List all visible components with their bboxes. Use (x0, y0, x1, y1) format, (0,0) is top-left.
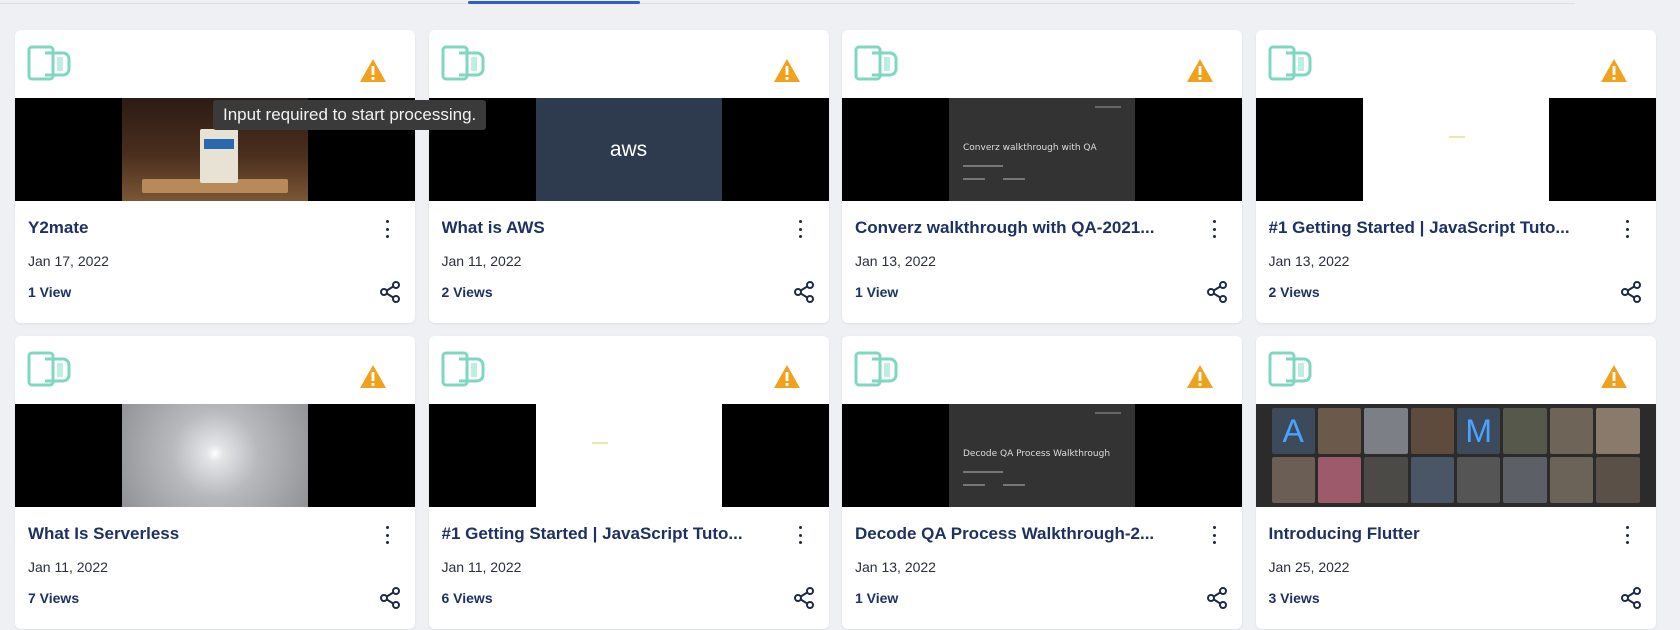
video-card[interactable]: #1 Getting Started | JavaScript Tuto... … (1255, 30, 1656, 323)
video-date: Jan 11, 2022 (441, 253, 522, 269)
kebab-menu-icon[interactable] (795, 524, 807, 546)
video-title[interactable]: Y2mate (28, 218, 358, 238)
video-thumbnail[interactable] (1255, 98, 1656, 201)
kebab-menu-icon[interactable] (381, 524, 393, 546)
processing-tooltip: Input required to start processing. (213, 100, 487, 130)
view-count: 2 Views (1268, 284, 1320, 300)
view-count: 3 Views (1268, 590, 1320, 606)
video-date: Jan 25, 2022 (1268, 559, 1350, 575)
video-title[interactable]: #1 Getting Started | JavaScript Tuto... (442, 524, 772, 544)
kebab-menu-icon[interactable] (1208, 524, 1220, 546)
video-logo-icon (854, 45, 898, 81)
card-header (15, 30, 415, 98)
video-title[interactable]: Converz walkthrough with QA-2021... (855, 218, 1185, 238)
view-count: 7 Views (28, 590, 80, 606)
video-logo-icon (27, 351, 71, 387)
video-logo-icon (1268, 45, 1311, 81)
video-title[interactable]: What Is Serverless (28, 524, 358, 544)
share-icon[interactable] (379, 587, 401, 609)
view-count: 1 View (28, 284, 72, 300)
video-card[interactable]: A M Introducing Flutter Jan 25, 2022 3 V… (1255, 336, 1656, 629)
warning-icon[interactable] (359, 364, 387, 389)
warning-icon[interactable] (1186, 58, 1214, 83)
video-logo-icon (441, 45, 484, 81)
share-icon[interactable] (1206, 587, 1228, 609)
card-header (1256, 30, 1656, 98)
video-title[interactable]: Decode QA Process Walkthrough-2... (855, 524, 1185, 544)
video-thumbnail[interactable]: A M (1255, 404, 1656, 507)
kebab-menu-icon[interactable] (1208, 218, 1220, 240)
card-header (1256, 336, 1656, 404)
video-logo-icon (1268, 351, 1311, 387)
video-thumbnail[interactable]: aws (428, 98, 829, 201)
card-header (429, 336, 829, 404)
card-header (842, 30, 1242, 98)
thumbnail-text: Converz walkthrough with QA (963, 143, 1097, 153)
video-card[interactable]: #1 Getting Started | JavaScript Tuto... … (428, 336, 829, 629)
warning-icon[interactable] (773, 364, 801, 389)
video-date: Jan 13, 2022 (1268, 253, 1350, 269)
video-thumbnail[interactable] (428, 404, 829, 507)
video-title[interactable]: #1 Getting Started | JavaScript Tuto... (1269, 218, 1599, 238)
video-card[interactable]: aws What is AWS Jan 11, 2022 2 Views (428, 30, 829, 323)
video-date: Jan 17, 2022 (28, 253, 109, 269)
warning-icon[interactable] (1600, 58, 1628, 83)
share-icon[interactable] (379, 281, 401, 303)
share-icon[interactable] (1206, 281, 1228, 303)
kebab-menu-icon[interactable] (381, 218, 393, 240)
video-thumbnail[interactable]: Decode QA Process Walkthrough (842, 404, 1242, 507)
active-tab-indicator (468, 1, 640, 4)
card-header (429, 30, 829, 98)
video-logo-icon (854, 351, 898, 387)
video-logo-icon (27, 45, 71, 81)
tab-bar (0, 0, 1575, 4)
kebab-menu-icon[interactable] (795, 218, 807, 240)
view-count: 1 View (855, 590, 899, 606)
thumbnail-text: aws (535, 98, 722, 201)
video-card[interactable]: Converz walkthrough with QA Converz walk… (842, 30, 1242, 323)
video-card[interactable]: Y2mate Jan 17, 2022 1 View (15, 30, 415, 323)
warning-icon[interactable] (359, 58, 387, 83)
share-icon[interactable] (793, 281, 815, 303)
warning-icon[interactable] (773, 58, 801, 83)
video-logo-icon (441, 351, 484, 387)
kebab-menu-icon[interactable] (1622, 218, 1634, 240)
video-title[interactable]: What is AWS (442, 218, 772, 238)
view-count: 1 View (855, 284, 899, 300)
video-date: Jan 13, 2022 (855, 559, 936, 575)
card-header (15, 336, 415, 404)
warning-icon[interactable] (1186, 364, 1214, 389)
video-thumbnail[interactable] (15, 404, 415, 507)
card-header (842, 336, 1242, 404)
video-date: Jan 11, 2022 (28, 559, 108, 575)
view-count: 6 Views (441, 590, 493, 606)
video-card[interactable]: What Is Serverless Jan 11, 2022 7 Views (15, 336, 415, 629)
share-icon[interactable] (793, 587, 815, 609)
warning-icon[interactable] (1600, 364, 1628, 389)
share-icon[interactable] (1620, 281, 1642, 303)
share-icon[interactable] (1620, 587, 1642, 609)
video-date: Jan 11, 2022 (441, 559, 522, 575)
video-thumbnail[interactable]: Converz walkthrough with QA (842, 98, 1242, 201)
thumbnail-tile-letter: M (1465, 412, 1493, 449)
thumbnail-text: Decode QA Process Walkthrough (963, 449, 1111, 459)
video-date: Jan 13, 2022 (855, 253, 936, 269)
thumbnail-tile-letter: A (1282, 412, 1304, 449)
video-title[interactable]: Introducing Flutter (1269, 524, 1599, 544)
kebab-menu-icon[interactable] (1622, 524, 1634, 546)
video-card[interactable]: Decode QA Process Walkthrough Decode QA … (842, 336, 1242, 629)
view-count: 2 Views (441, 284, 493, 300)
